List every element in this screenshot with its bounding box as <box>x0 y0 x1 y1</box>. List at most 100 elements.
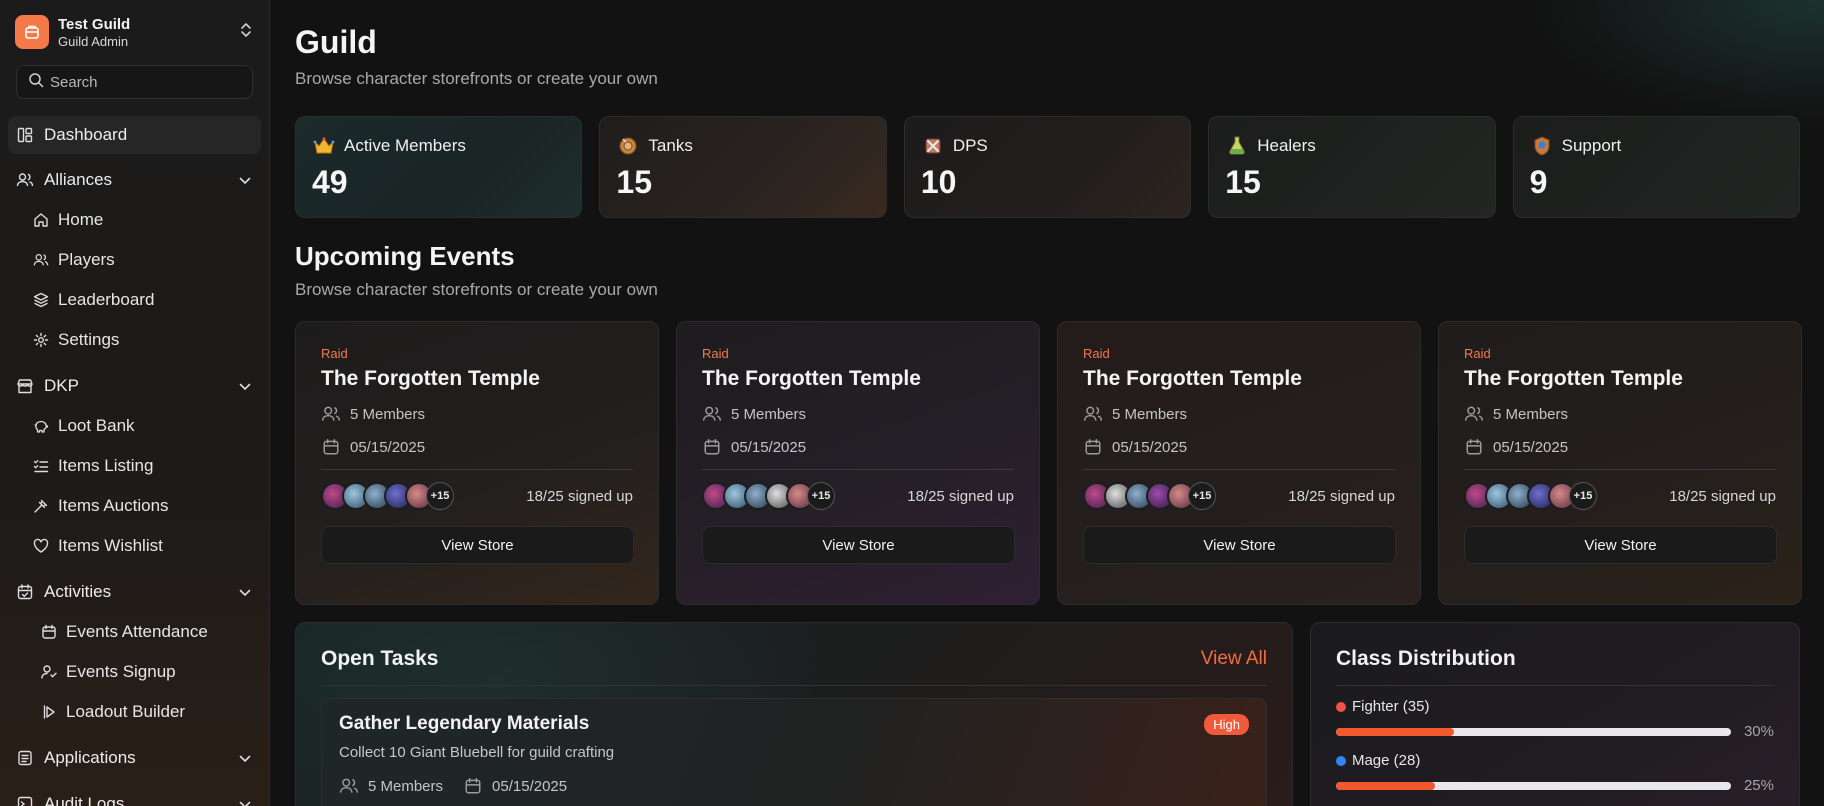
users-icon <box>339 776 359 796</box>
event-card: Raid The Forgotten Temple 5 Members 05/1… <box>1438 321 1802 605</box>
class-distribution-title: Class Distribution <box>1335 647 1516 670</box>
section-alliances[interactable]: Alliances <box>8 160 261 200</box>
users-icon <box>1464 404 1484 424</box>
sidebar-item-leaderboard[interactable]: Leaderboard <box>8 280 261 320</box>
stat-label: DPS <box>952 136 988 155</box>
stats-row: Active Members 49 Tanks 15 DPS 10 Healer… <box>295 116 1801 218</box>
section-applications[interactable]: Applications <box>8 738 261 778</box>
users-icon <box>32 251 50 269</box>
sidebar-item-label: Loot Bank <box>58 416 135 435</box>
events-title: Upcoming Events <box>295 241 515 271</box>
event-members: 5 Members <box>1112 405 1188 423</box>
view-store-button[interactable]: View Store <box>321 526 634 564</box>
event-members: 5 Members <box>731 405 807 423</box>
search-icon <box>28 72 44 93</box>
users-icon <box>16 171 34 189</box>
gavel-icon <box>32 497 50 515</box>
page-subtitle: Browse character storefronts or create y… <box>295 69 658 88</box>
sidebar-item-label: Settings <box>58 330 120 349</box>
sidebar-item-items-wishlist[interactable]: Items Wishlist <box>8 526 261 566</box>
view-store-button[interactable]: View Store <box>1083 526 1396 564</box>
class-distribution-panel: Class Distribution Fighter (35) 30% Mage… <box>1309 622 1800 806</box>
guild-switcher[interactable]: Test Guild Guild Admin <box>8 0 261 64</box>
distribution-row-mage: Mage (28) 25% <box>1335 752 1774 794</box>
sidebar-item-loadout-builder[interactable]: Loadout Builder <box>8 692 261 732</box>
layers-icon <box>32 291 50 309</box>
sidebar-item-label: Players <box>58 250 115 269</box>
color-dot <box>1335 701 1346 712</box>
divider <box>1464 469 1776 470</box>
stat-label: Healers <box>1257 136 1316 155</box>
badge-icon <box>1530 134 1554 158</box>
sidebar: Test Guild Guild Admin Dashboard Allianc… <box>0 0 270 806</box>
search-input[interactable] <box>50 73 250 91</box>
sidebar-item-events-signup[interactable]: Events Signup <box>8 652 261 692</box>
sidebar-item-players[interactable]: Players <box>8 240 261 280</box>
signed-up-count: 18/25 signed up <box>1669 487 1776 505</box>
sidebar-item-label: Events Signup <box>66 662 176 681</box>
section-label: DKP <box>44 376 79 395</box>
progress-bar <box>1335 781 1731 790</box>
section-label: Audit Logs <box>44 794 125 806</box>
event-name: The Forgotten Temple <box>1464 367 1683 390</box>
sidebar-item-settings[interactable]: Settings <box>8 320 261 360</box>
task-members: 5 Members <box>368 777 444 795</box>
view-store-button[interactable]: View Store <box>702 526 1015 564</box>
sidebar-item-loot-bank[interactable]: Loot Bank <box>8 406 261 446</box>
section-dkp[interactable]: DKP <box>8 366 261 406</box>
events-subtitle: Browse character storefronts or create y… <box>295 280 658 299</box>
stat-value: 15 <box>616 164 652 200</box>
sidebar-item-label: Items Wishlist <box>58 536 163 555</box>
distribution-percent: 25% <box>1743 777 1774 794</box>
divider <box>702 469 1014 470</box>
task-card[interactable]: Gather Legendary Materials High Collect … <box>321 698 1267 806</box>
sidebar-item-events-attendance[interactable]: Events Attendance <box>8 612 261 652</box>
stat-card-healers: Healers 15 <box>1208 116 1496 218</box>
list-check-icon <box>32 457 50 475</box>
signed-up-count: 18/25 signed up <box>1288 487 1395 505</box>
sidebar-item-items-listing[interactable]: Items Listing <box>8 446 261 486</box>
section-activities[interactable]: Activities <box>8 572 261 612</box>
section-audit-logs[interactable]: Audit Logs <box>8 784 261 806</box>
distribution-percent: 30% <box>1743 723 1774 740</box>
avatar-stack: +15 <box>702 482 835 510</box>
stat-label: Tanks <box>648 136 693 155</box>
view-all-link[interactable]: View All <box>1201 648 1267 670</box>
open-tasks-panel: Open Tasks View All Gather Legendary Mat… <box>295 622 1293 806</box>
distribution-row-fighter: Fighter (35) 30% <box>1335 698 1774 740</box>
file-text-icon <box>16 749 34 767</box>
avatar-stack: +15 <box>321 482 454 510</box>
guild-name: Test Guild <box>58 15 131 33</box>
sidebar-item-label: Events Attendance <box>66 622 208 641</box>
stat-label: Active Members <box>344 136 466 155</box>
divider <box>1083 469 1395 470</box>
open-tasks-title: Open Tasks <box>321 647 439 670</box>
guild-logo-icon <box>15 15 49 49</box>
sidebar-item-items-auctions[interactable]: Items Auctions <box>8 486 261 526</box>
sidebar-item-dashboard[interactable]: Dashboard <box>8 116 261 154</box>
calendar-icon <box>1083 437 1103 457</box>
stat-value: 10 <box>920 164 957 200</box>
page-title: Guild <box>295 24 377 60</box>
view-store-button[interactable]: View Store <box>1464 526 1777 564</box>
event-date: 05/15/2025 <box>731 438 807 456</box>
bottom-row: Open Tasks View All Gather Legendary Mat… <box>295 622 1800 806</box>
heart-icon <box>32 537 50 555</box>
chevron-down-icon <box>239 794 251 806</box>
sidebar-item-label: Items Auctions <box>58 496 169 515</box>
store-icon <box>16 377 34 395</box>
event-card: Raid The Forgotten Temple 5 Members 05/1… <box>676 321 1040 605</box>
avatar-more: +15 <box>1569 482 1597 510</box>
progress-bar <box>1335 727 1731 736</box>
sidebar-item-home[interactable]: Home <box>8 200 261 240</box>
event-tag: Raid <box>702 346 729 361</box>
sidebar-item-label: Home <box>58 210 104 229</box>
sidebar-item-label: Leaderboard <box>58 290 155 309</box>
event-tag: Raid <box>1464 346 1491 361</box>
event-name: The Forgotten Temple <box>702 367 921 390</box>
events-row: Raid The Forgotten Temple 5 Members 05/1… <box>295 321 1802 605</box>
terminal-icon <box>16 795 34 806</box>
signed-up-count: 18/25 signed up <box>526 487 633 505</box>
calendar-icon <box>1464 437 1484 457</box>
chevron-down-icon <box>239 748 251 768</box>
